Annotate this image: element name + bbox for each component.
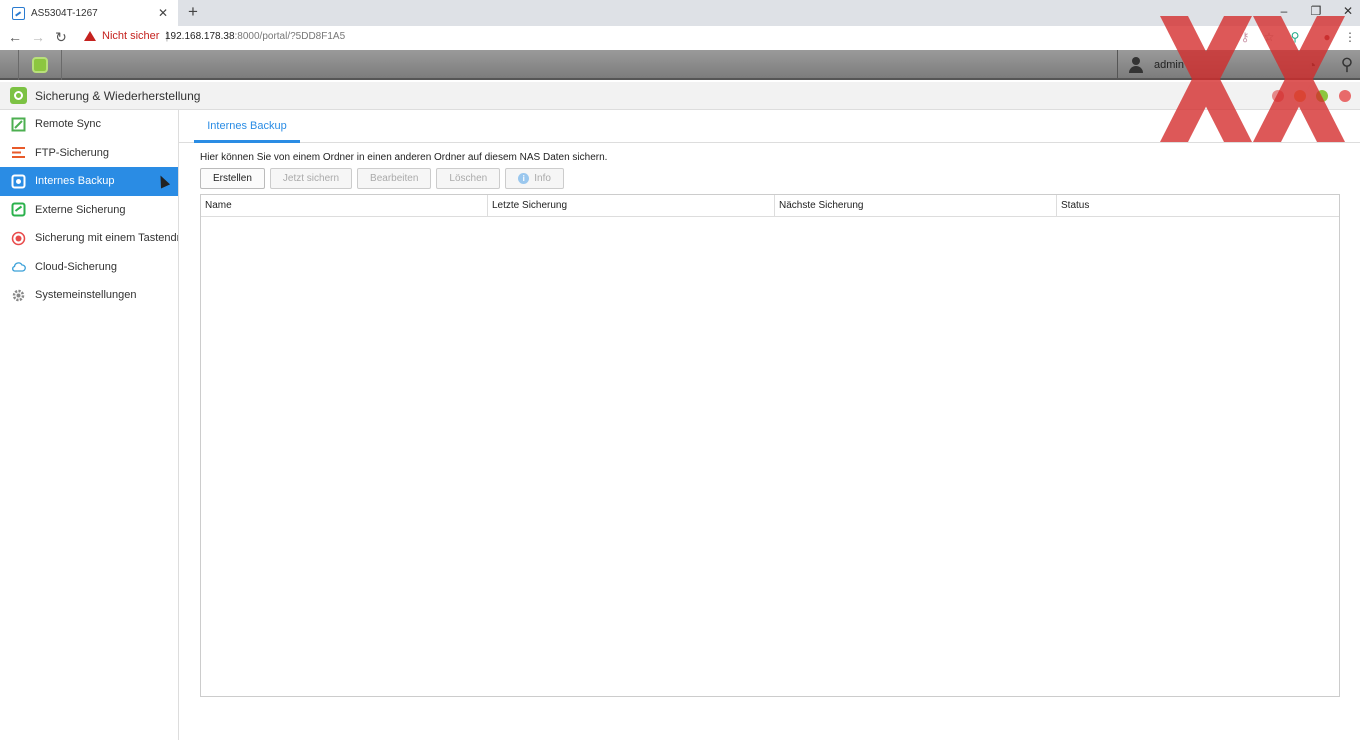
column-header-next-backup[interactable]: Nächste Sicherung [775, 195, 1057, 217]
sidebar-item-remote-sync[interactable]: Remote Sync [0, 110, 178, 139]
new-tab-icon[interactable]: + [184, 3, 202, 21]
search-icon[interactable]: ⚲ [1338, 56, 1356, 74]
sidebar-item-label: Internes Backup [35, 175, 115, 188]
restore-window-icon[interactable]: ❐ [1300, 0, 1332, 22]
key-icon[interactable]: ⚷ [1238, 30, 1252, 44]
window-minimize-icon[interactable] [1294, 90, 1306, 102]
nas-favicon-icon [12, 6, 25, 20]
toolbar: Erstellen Jetzt sichern Bearbeiten Lösch… [200, 168, 564, 189]
forward-arrow-icon[interactable]: → [28, 27, 48, 47]
app-title: Sicherung & Wiederherstellung [35, 88, 201, 103]
bookmark-star-icon[interactable]: ☆ [1262, 30, 1276, 44]
sidebar-item-label: FTP-Sicherung [35, 146, 109, 159]
close-window-icon[interactable]: ✕ [1332, 0, 1360, 22]
sidebar: Remote Sync FTP-Sicherung Internes Backu… [0, 110, 179, 740]
url-field[interactable]: 192.168.178.38:8000/portal/?5DD8F1A5 [165, 31, 345, 42]
internal-backup-icon [11, 174, 26, 189]
table-header: Name Letzte Sicherung Nächste Sicherung … [201, 195, 1339, 217]
window-help-icon[interactable] [1272, 90, 1284, 102]
extension-icon[interactable]: ⚲ [1288, 30, 1302, 44]
tab-bar: Internes Backup [179, 110, 1360, 143]
sidebar-item-label: Cloud-Sicherung [35, 260, 117, 273]
sidebar-item-system-settings[interactable]: Systemeinstellungen [0, 281, 178, 310]
sidebar-item-internal-backup[interactable]: Internes Backup [0, 167, 178, 196]
page-description: Hier können Sie von einem Ordner in eine… [200, 152, 608, 163]
one-touch-icon [11, 231, 26, 246]
warning-icon [84, 31, 96, 41]
info-button[interactable]: i Info [505, 168, 564, 189]
info-label: Info [534, 173, 551, 184]
address-bar: ← → ↻ Nicht sicher | 192.168.178.38:8000… [0, 26, 1360, 49]
window-maximize-icon[interactable] [1316, 90, 1328, 102]
url-path: :8000/portal/?5DD8F1A5 [234, 31, 346, 42]
profile-icon[interactable]: ● [1320, 30, 1334, 44]
browser-tab-title: AS5304T-1267 [31, 7, 98, 19]
home-icon [32, 57, 48, 73]
close-tab-icon[interactable]: ✕ [156, 6, 170, 20]
backup-app-icon [10, 87, 27, 104]
tab-internal-backup[interactable]: Internes Backup [194, 110, 300, 143]
column-header-last-backup[interactable]: Letzte Sicherung [488, 195, 775, 217]
main-content: Internes Backup Hier können Sie von eine… [179, 110, 1360, 740]
external-backup-icon [11, 202, 26, 217]
user-menu[interactable]: admin [1117, 50, 1184, 80]
security-label: Nicht sicher [102, 30, 160, 42]
sidebar-item-external-backup[interactable]: Externe Sicherung [0, 196, 178, 225]
sync-icon [11, 117, 26, 132]
sidebar-item-label: Sicherung mit einem Tastendruck [35, 232, 178, 245]
sidebar-item-ftp-backup[interactable]: FTP-Sicherung [0, 139, 178, 168]
nas-top-bar: admin ◔ ⚲ [0, 50, 1360, 80]
username: admin [1154, 59, 1184, 71]
backup-now-button[interactable]: Jetzt sichern [269, 168, 353, 189]
performance-monitor-icon[interactable]: ◔ [1303, 56, 1321, 74]
edit-button[interactable]: Bearbeiten [357, 168, 432, 189]
user-icon [1128, 57, 1144, 73]
column-header-name[interactable]: Name [201, 195, 488, 217]
nas-home-button[interactable] [18, 50, 62, 80]
gear-icon [11, 288, 26, 303]
sidebar-item-label: Remote Sync [35, 118, 102, 131]
url-host: 192.168.178.38 [165, 31, 235, 42]
sidebar-item-label: Externe Sicherung [35, 203, 126, 216]
browser-tab-strip: AS5304T-1267 ✕ + – ❐ ✕ [0, 0, 1360, 26]
app-title-bar: Sicherung & Wiederherstellung [0, 82, 1360, 110]
window-close-icon[interactable] [1339, 90, 1351, 102]
create-button[interactable]: Erstellen [200, 168, 265, 189]
reload-icon[interactable]: ↻ [51, 27, 71, 47]
security-indicator[interactable]: Nicht sicher | [84, 30, 168, 42]
back-arrow-icon[interactable]: ← [5, 27, 25, 47]
minimize-window-icon[interactable]: – [1268, 0, 1300, 22]
ftp-icon [11, 145, 26, 160]
sidebar-item-label: Systemeinstellungen [35, 289, 137, 302]
browser-menu-icon[interactable]: ⋮ [1343, 30, 1357, 44]
sidebar-item-cloud-backup[interactable]: Cloud-Sicherung [0, 253, 178, 282]
cloud-icon [11, 259, 26, 274]
column-header-status[interactable]: Status [1057, 195, 1339, 217]
delete-button[interactable]: Löschen [436, 168, 501, 189]
info-icon: i [518, 173, 530, 184]
browser-tab[interactable]: AS5304T-1267 ✕ [0, 0, 178, 26]
sidebar-item-one-touch-backup[interactable]: Sicherung mit einem Tastendruck [0, 224, 178, 253]
backup-jobs-table: Name Letzte Sicherung Nächste Sicherung … [200, 194, 1340, 697]
